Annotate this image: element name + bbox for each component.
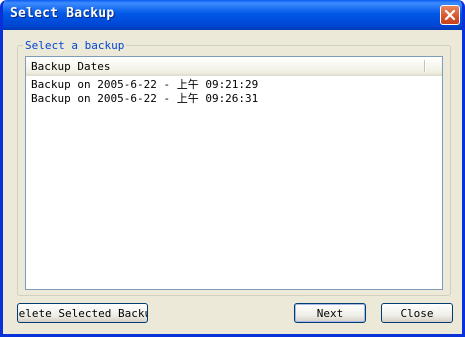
close-button-label: Close: [400, 306, 434, 320]
select-backup-dialog: Select Backup Select a backup Backup Dat…: [0, 0, 465, 337]
backup-list[interactable]: Backup Dates Backup on 2005-6-22 - 上午 09…: [25, 56, 443, 290]
window-title: Select Backup: [10, 6, 115, 21]
next-button-label: Next: [316, 306, 344, 320]
column-header-backup-dates[interactable]: Backup Dates: [31, 60, 110, 73]
group-label: Select a backup: [23, 39, 127, 52]
close-button[interactable]: Close: [381, 303, 453, 323]
title-bar[interactable]: Select Backup: [3, 0, 462, 30]
close-x-icon: [444, 9, 456, 21]
list-header[interactable]: Backup Dates: [26, 57, 442, 76]
delete-button-label: Delete Selected Backup: [18, 306, 147, 320]
list-item[interactable]: Backup on 2005-6-22 - 上午 09:26:31: [31, 90, 258, 106]
next-button[interactable]: Next: [294, 303, 366, 323]
column-divider-highlight: [425, 60, 426, 72]
delete-selected-backup-button[interactable]: Delete Selected Backup: [17, 303, 148, 323]
window-close-button[interactable]: [440, 5, 460, 25]
